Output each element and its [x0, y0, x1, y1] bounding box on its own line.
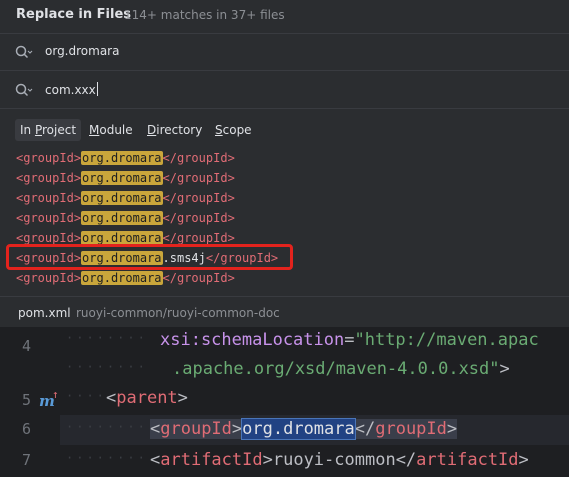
search-icon[interactable]: [15, 45, 33, 61]
match-highlight: org.dromara: [81, 231, 163, 245]
indent-guide: ········: [66, 331, 148, 345]
indent-guide: ····: [66, 389, 107, 403]
code-line: <artifactId>ruoyi-common</artifactId>: [150, 450, 529, 470]
code-preview[interactable]: 4 5 m ↑ 6 7 ········ xsi:schemaLocation=…: [0, 327, 569, 477]
list-item[interactable]: <groupId>org.dromara</groupId>: [16, 168, 235, 188]
replace-value: com.xxx: [45, 83, 96, 97]
search-icon[interactable]: [15, 83, 33, 99]
match-highlight: org.dromara: [81, 171, 163, 185]
code-line: xsi:schemaLocation="http://maven.apac: [160, 330, 539, 350]
code-line: <parent>: [106, 388, 188, 408]
text-caret: [96, 82, 98, 96]
preview-file-name: pom.xml: [18, 306, 71, 320]
indent-guide: ········: [66, 360, 148, 374]
line-number: 6: [22, 420, 32, 438]
list-item[interactable]: <groupId>org.dromara</groupId>: [16, 188, 235, 208]
annotation-highlight-box: [6, 244, 293, 270]
indent-guide: ········: [66, 451, 148, 465]
list-item[interactable]: <groupId>org.dromara</groupId>: [16, 268, 235, 288]
search-input[interactable]: org.dromara: [45, 44, 119, 58]
code-line: .apache.org/xsd/maven-4.0.0.xsd">: [172, 359, 510, 379]
replace-field[interactable]: com.xxx: [0, 72, 569, 109]
line-number: 7: [22, 451, 32, 469]
line-number: 5: [22, 391, 32, 409]
search-field[interactable]: org.dromara: [0, 34, 569, 71]
tab-in-project[interactable]: In Project: [15, 119, 82, 141]
tab-directory[interactable]: Directory: [142, 119, 207, 141]
match-highlight: org.dromara: [81, 271, 163, 285]
match-highlight: org.dromara: [81, 211, 163, 225]
code-line: <groupId>org.dromara</groupId>: [150, 418, 458, 440]
match-highlight: org.dromara: [81, 151, 163, 165]
list-item[interactable]: <groupId>org.dromara</groupId>: [16, 148, 235, 168]
preview-file-path: ruoyi-common/ruoyi-common-doc: [76, 306, 280, 320]
dialog-header: Replace in Files 114+ matches in 37+ fil…: [0, 0, 569, 34]
dialog-title: Replace in Files: [16, 7, 131, 22]
preview-file-bar: pom.xml ruoyi-common/ruoyi-common-doc: [0, 296, 569, 327]
tab-scope[interactable]: Scope: [210, 119, 257, 141]
replace-input[interactable]: com.xxx: [45, 82, 98, 97]
scope-tabs: In Project Module Directory Scope: [0, 110, 569, 146]
arrow-up-icon[interactable]: ↑: [52, 388, 59, 401]
list-item[interactable]: <groupId>org.dromara</groupId>: [16, 208, 235, 228]
gutter: 4 5 m ↑ 6 7: [0, 327, 60, 477]
tab-module[interactable]: Module: [84, 119, 138, 141]
match-count: 114+ matches in 37+ files: [124, 8, 285, 22]
match-highlight: org.dromara: [81, 191, 163, 205]
line-number: 4: [22, 337, 32, 355]
match-highlight: org.dromara: [241, 418, 356, 440]
results-list: <groupId>org.dromara</groupId> <groupId>…: [0, 147, 569, 290]
indent-guide: ········: [66, 420, 148, 434]
